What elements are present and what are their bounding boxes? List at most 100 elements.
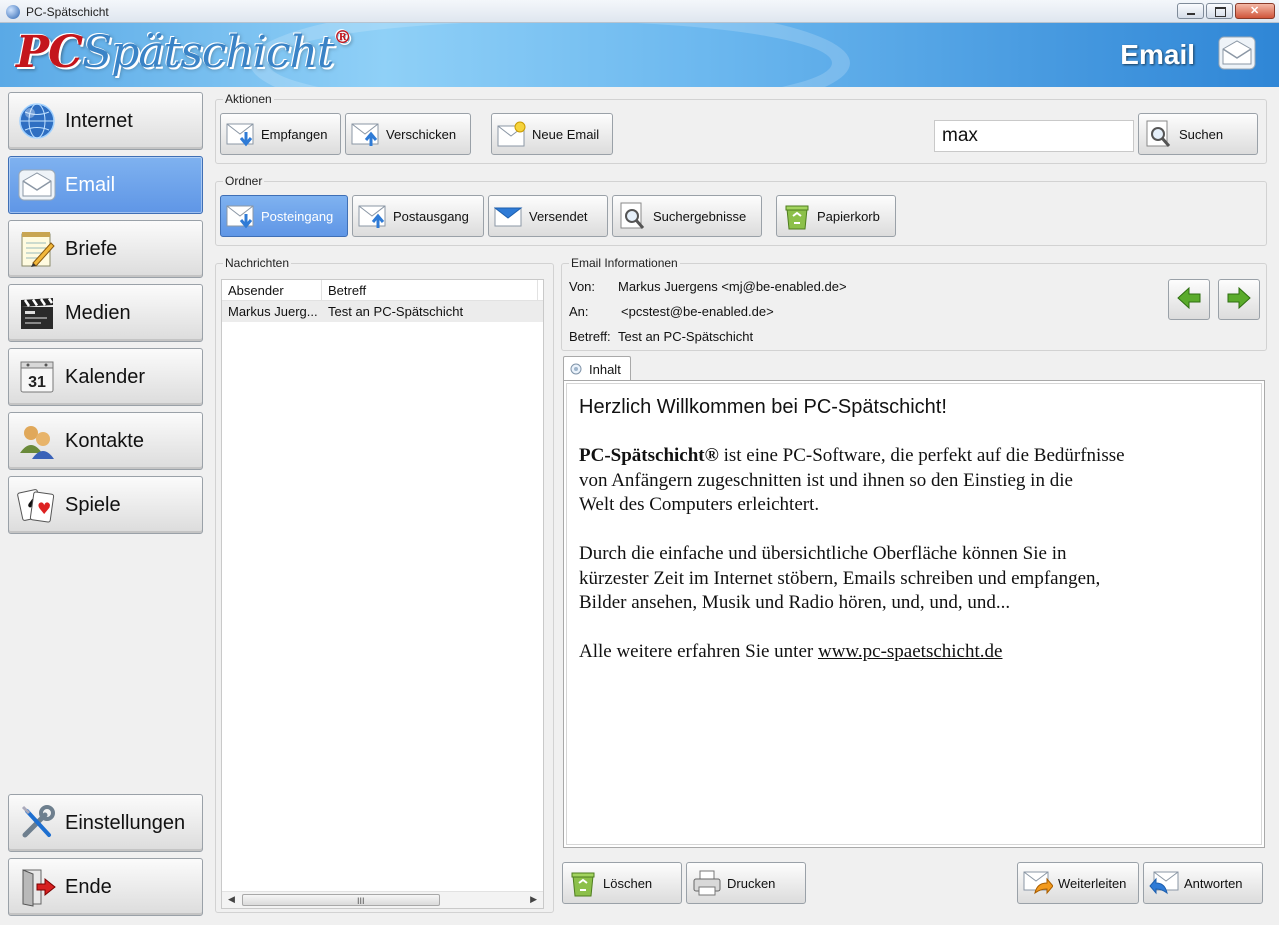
receive-button[interactable]: Empfangen (220, 113, 341, 155)
folder-trash-button[interactable]: Papierkorb (776, 195, 896, 237)
to-value: <pcstest@be-enabled.de> (621, 304, 774, 319)
sidebar-item-email[interactable]: Email (8, 156, 203, 214)
envelope-upload-icon (358, 201, 388, 231)
envelope-upload-icon (351, 119, 381, 149)
envelope-new-icon (497, 119, 527, 149)
sidebar-item-label: Email (65, 173, 116, 196)
search-input[interactable] (934, 120, 1134, 152)
calendar-icon: 31 (15, 355, 59, 399)
recycle-bin-icon (782, 201, 812, 231)
document-icon (570, 363, 582, 375)
email-paragraph: Durch die einfache und übersichtliche Ob… (579, 543, 1101, 613)
scrollbar-thumb[interactable]: III (242, 894, 440, 906)
minimize-button[interactable] (1177, 3, 1204, 19)
globe-icon (15, 99, 59, 143)
previous-email-button[interactable] (1168, 279, 1210, 320)
sidebar-item-internet[interactable]: Internet (8, 92, 203, 150)
contacts-icon (15, 419, 59, 463)
maximize-button[interactable] (1206, 3, 1233, 19)
folder-outbox-button[interactable]: Postausgang (352, 195, 484, 237)
sidebar-item-label: Ende (65, 875, 112, 898)
folder-inbox-button[interactable]: Posteingang (220, 195, 348, 237)
to-label: An: (569, 304, 589, 319)
sidebar-item-einstellungen[interactable]: Einstellungen (8, 794, 203, 852)
playing-cards-icon: ♠♥ (15, 483, 59, 527)
column-header-sender[interactable]: Absender (222, 280, 322, 300)
sidebar-item-label: Kalender (65, 365, 146, 388)
sidebar-item-kontakte[interactable]: Kontakte (8, 412, 203, 470)
reply-button[interactable]: Antworten (1143, 862, 1263, 904)
subject-value: Test an PC-Spätschicht (618, 329, 754, 344)
sidebar-item-briefe[interactable]: Briefe (8, 220, 203, 278)
exit-door-icon (15, 865, 59, 909)
sidebar-item-label: Medien (65, 301, 131, 324)
email-paragraph: Alle weitere erfahren Sie unter www.pc-s… (579, 641, 1003, 662)
envelope-reply-icon (1149, 868, 1179, 898)
new-email-button[interactable]: Neue Email (491, 113, 613, 155)
send-button[interactable]: Verschicken (345, 113, 471, 155)
group-title: Email Informationen (569, 256, 680, 270)
sidebar-item-label: Spiele (65, 493, 121, 516)
envelope-forward-icon (1023, 868, 1053, 898)
column-header-subject[interactable]: Betreff (322, 280, 538, 300)
sidebar-item-label: Briefe (65, 237, 118, 260)
window-titlebar: PC-Spätschicht (0, 0, 1279, 23)
magnifier-document-icon (1144, 119, 1174, 149)
website-link[interactable]: www.pc-spaetschicht.de (818, 641, 1002, 662)
envelope-icon (15, 163, 59, 207)
next-email-button[interactable] (1218, 279, 1260, 320)
email-body[interactable]: Herzlich Willkommen bei PC-Spätschicht! … (563, 380, 1265, 848)
delete-button[interactable]: Löschen (562, 862, 682, 904)
sidebar-item-label: Internet (65, 109, 133, 132)
scrollbar-grip: III (357, 896, 365, 906)
app-icon (6, 5, 20, 19)
notepad-icon (15, 227, 59, 271)
horizontal-scrollbar[interactable]: ◀ III ▶ (222, 891, 543, 908)
print-button[interactable]: Drucken (686, 862, 806, 904)
folder-search-results-button[interactable]: Suchergebnisse (612, 195, 762, 237)
printer-icon (692, 868, 722, 898)
search-button[interactable]: Suchen (1138, 113, 1258, 155)
group-title: Aktionen (223, 92, 274, 106)
recycle-bin-icon (568, 868, 598, 898)
envelope-icon (1217, 33, 1257, 73)
email-heading: Herzlich Willkommen bei PC-Spätschicht! (579, 396, 947, 418)
folder-sent-button[interactable]: Versendet (488, 195, 608, 237)
envelope-sent-icon (494, 201, 524, 231)
sidebar-item-label: Kontakte (65, 429, 144, 452)
sidebar-item-ende[interactable]: Ende (8, 858, 203, 916)
group-title: Nachrichten (223, 256, 292, 270)
window-controls (1177, 3, 1275, 19)
sidebar-item-medien[interactable]: Medien (8, 284, 203, 342)
arrow-left-icon (1176, 286, 1202, 313)
window-title: PC-Spätschicht (26, 5, 109, 19)
forward-button[interactable]: Weiterleiten (1017, 862, 1139, 904)
envelope-download-icon (226, 119, 256, 149)
message-sender: Markus Juerg... (228, 304, 318, 319)
clapperboard-icon (15, 291, 59, 335)
scroll-right-icon[interactable]: ▶ (530, 894, 537, 905)
message-list[interactable]: Absender Betreff Markus Juerg... Test an… (221, 279, 544, 909)
sidebar-item-spiele[interactable]: ♠♥ Spiele (8, 476, 203, 534)
email-paragraph: PC-Spätschicht® ist eine PC-Software, di… (579, 445, 1125, 515)
arrow-right-icon (1226, 286, 1252, 313)
page-title: Email (1120, 39, 1195, 70)
list-header: Absender Betreff (222, 280, 543, 301)
close-button[interactable] (1235, 3, 1275, 19)
sidebar-item-label: Einstellungen (65, 811, 186, 834)
from-label: Von: (569, 279, 596, 294)
magnifier-document-icon (618, 201, 648, 231)
message-subject: Test an PC-Spätschicht (328, 304, 464, 319)
svg-text:31: 31 (28, 374, 46, 391)
svg-text:♥: ♥ (37, 499, 51, 518)
tab-label: Inhalt (589, 361, 621, 377)
app-logo: PCSpätschicht® (16, 27, 352, 78)
list-item[interactable]: Markus Juerg... Test an PC-Spätschicht (222, 301, 543, 322)
from-value: Markus Juergens <mj@be-enabled.de> (618, 279, 847, 294)
header-banner: PCSpätschicht® Email (0, 23, 1279, 87)
wrench-screwdriver-icon (15, 801, 59, 845)
sidebar-item-kalender[interactable]: 31 Kalender (8, 348, 203, 406)
scroll-left-icon[interactable]: ◀ (228, 894, 235, 905)
envelope-download-icon (226, 201, 256, 231)
tab-content[interactable]: Inhalt (563, 356, 631, 381)
